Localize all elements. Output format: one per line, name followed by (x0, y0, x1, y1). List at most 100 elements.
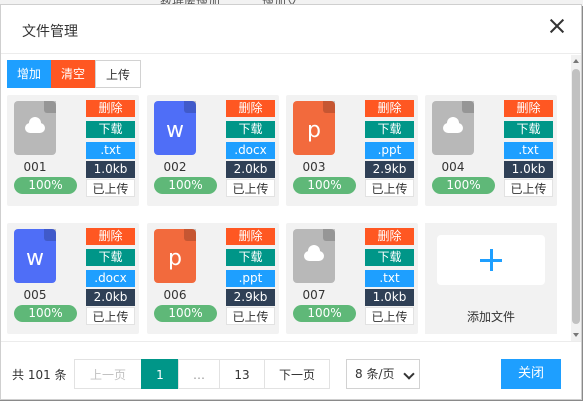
file-extension: .txt (504, 142, 553, 159)
close-icon[interactable] (549, 18, 565, 34)
file-extension: .docx (86, 270, 135, 287)
progress-label: 100% (307, 306, 342, 320)
progress-label: 100% (28, 178, 63, 192)
delete-button[interactable]: 删除 (226, 228, 275, 245)
generic-file-icon (293, 229, 335, 283)
ppt-file-icon: p (293, 101, 335, 155)
download-button[interactable]: 下载 (504, 121, 553, 138)
delete-button[interactable]: 删除 (504, 100, 553, 117)
upload-progress: 100% (293, 177, 356, 194)
add-button[interactable]: 增加 (7, 60, 52, 88)
next-page-button[interactable]: 下一页 (264, 359, 330, 389)
vertical-scrollbar[interactable] (571, 55, 581, 341)
file-name: 006 (163, 288, 187, 302)
download-button[interactable]: 下载 (226, 121, 275, 138)
file-card: 004 100% 删除下载 .txt 1.0kb 已上传 (425, 95, 557, 206)
cloud-icon (304, 245, 324, 261)
delete-button[interactable]: 删除 (365, 100, 414, 117)
file-name: 004 (441, 160, 465, 174)
file-type-glyph: p (168, 246, 182, 271)
upload-status: 已上传 (226, 179, 275, 197)
generic-file-icon (14, 101, 56, 155)
file-size: 1.0kb (504, 161, 553, 178)
cloud-icon (443, 117, 463, 133)
upload-progress: 100% (293, 305, 356, 322)
page-button-current[interactable]: 1 (141, 359, 179, 389)
file-size: 1.0kb (86, 161, 135, 178)
file-size: 2.9kb (365, 161, 414, 178)
delete-button[interactable]: 删除 (86, 100, 135, 117)
toolbar: 增加 清空 上传 (7, 60, 142, 88)
upload-status: 已上传 (365, 179, 414, 197)
upload-status: 已上传 (365, 307, 414, 325)
plus-icon (480, 249, 502, 271)
delete-button[interactable]: 删除 (86, 228, 135, 245)
page-button-last[interactable]: 13 (219, 359, 265, 389)
upload-progress: 100% (14, 177, 77, 194)
close-button[interactable]: 关闭 (501, 359, 561, 389)
scroll-up-icon[interactable] (573, 59, 579, 63)
upload-progress: 100% (154, 177, 217, 194)
file-size: 2.0kb (226, 161, 275, 178)
upload-progress: 100% (14, 305, 77, 322)
file-type-glyph: w (166, 118, 184, 143)
cloud-icon (25, 117, 45, 133)
word-file-icon: w (154, 101, 196, 155)
download-button[interactable]: 下载 (86, 121, 135, 138)
page-size-value: 8 条/页 (355, 367, 395, 381)
progress-label: 100% (168, 306, 203, 320)
page-ellipsis: … (178, 359, 220, 389)
total-count: 共 101 条 (12, 368, 67, 382)
file-extension: .txt (86, 142, 135, 159)
progress-label: 100% (168, 178, 203, 192)
file-extension: .ppt (226, 270, 275, 287)
prev-page-button[interactable]: 上一页 (74, 359, 142, 389)
progress-label: 100% (446, 178, 481, 192)
file-card: p 003 100% 删除下载 .ppt 2.9kb 已上传 (286, 95, 418, 206)
scroll-down-icon[interactable] (573, 333, 579, 337)
file-card: 001 100% 删除下载 .txt 1.0kb 已上传 (7, 95, 139, 206)
file-card: 007 100% 删除下载 .txt 1.0kb 已上传 (286, 223, 418, 334)
file-extension: .txt (365, 270, 414, 287)
generic-file-icon (432, 101, 474, 155)
download-button[interactable]: 下载 (86, 249, 135, 266)
page-size-select[interactable]: 8 条/页 (346, 359, 420, 389)
dialog-footer: 共 101 条 上一页 1 … 13 下一页 8 条/页 关闭 (1, 341, 581, 400)
progress-label: 100% (307, 178, 342, 192)
pagination: 上一页 1 … 13 下一页 (74, 359, 330, 389)
delete-button[interactable]: 删除 (365, 228, 414, 245)
file-name: 005 (23, 288, 47, 302)
file-name: 003 (302, 160, 326, 174)
download-button[interactable]: 下载 (365, 249, 414, 266)
dialog-title-bar: 文件管理 (1, 5, 581, 54)
download-button[interactable]: 下载 (365, 121, 414, 138)
file-card: w 005 100% 删除 下载 .docx 2.0kb 已上传 (7, 223, 139, 334)
upload-status: 已上传 (86, 307, 135, 325)
scrollbar-thumb[interactable] (572, 69, 580, 324)
clear-button[interactable]: 清空 (51, 60, 96, 88)
upload-status: 已上传 (226, 307, 275, 325)
ppt-file-icon: p (154, 229, 196, 283)
file-card: p 006 100% 删除下载 .ppt 2.9kb 已上传 (147, 223, 279, 334)
word-file-icon: w (14, 229, 56, 283)
upload-button[interactable]: 上传 (95, 60, 142, 88)
file-extension: .ppt (365, 142, 414, 159)
add-file-card[interactable]: 添加文件 (425, 223, 557, 334)
file-card: w 002 100% 删除下载 .docx 2.0kb 已上传 (147, 95, 279, 206)
upload-progress: 100% (432, 177, 495, 194)
file-name: 007 (302, 288, 326, 302)
file-size: 2.9kb (226, 289, 275, 306)
file-type-glyph: w (26, 246, 44, 271)
download-button[interactable]: 下载 (226, 249, 275, 266)
file-extension: .docx (226, 142, 275, 159)
dialog-title: 文件管理 (22, 24, 78, 40)
file-size: 1.0kb (365, 289, 414, 306)
file-name: 002 (163, 160, 187, 174)
upload-status: 已上传 (504, 179, 553, 197)
upload-status: 已上传 (86, 179, 135, 197)
delete-button[interactable]: 删除 (226, 100, 275, 117)
add-file-box[interactable] (437, 235, 545, 285)
upload-progress: 100% (154, 305, 217, 322)
file-name: 001 (23, 160, 47, 174)
progress-label: 100% (28, 306, 63, 320)
